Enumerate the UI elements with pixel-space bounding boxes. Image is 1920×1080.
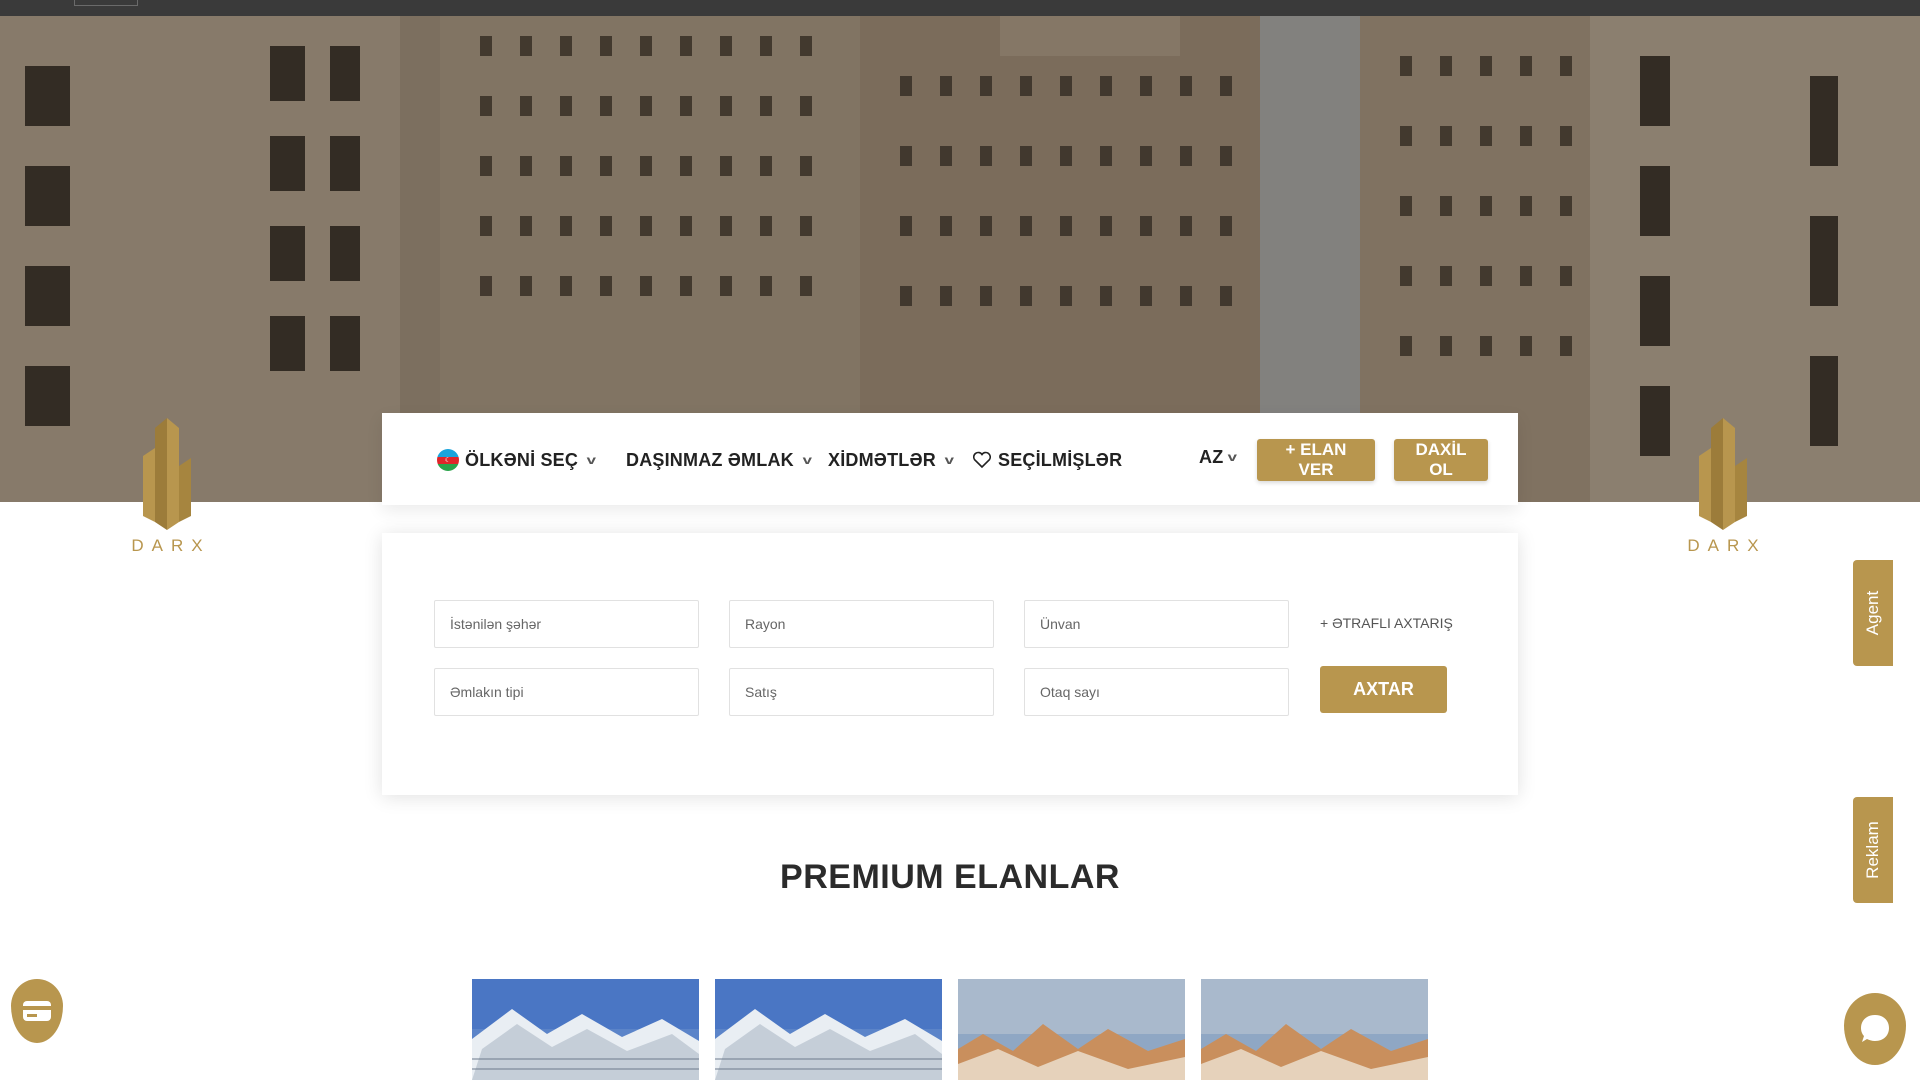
language-select[interactable]: AZ v [1199, 446, 1238, 468]
rooms-select[interactable] [1024, 668, 1289, 716]
darx-logo-text: DARX [1687, 536, 1767, 555]
darx-logo-text: DARX [131, 536, 211, 555]
nav-services-label: XİDMƏTLƏR [828, 449, 936, 470]
deal-type-select[interactable] [729, 668, 994, 716]
payment-floating-button[interactable] [11, 979, 63, 1043]
darx-logo-right[interactable]: DARX [1673, 418, 1773, 578]
chat-bubble-icon [1861, 1015, 1889, 1042]
language-label: AZ [1199, 446, 1224, 467]
nav-services[interactable]: XİDMƏTLƏR v [828, 449, 955, 471]
chevron-down-icon: v [944, 453, 955, 467]
nav-real-estate[interactable]: DAŞINMAZ ƏMLAK v [626, 449, 813, 471]
district-input[interactable] [729, 600, 994, 648]
darx-logo-mark-icon [143, 418, 191, 530]
chevron-down-icon: v [802, 453, 813, 467]
ads-side-tab[interactable]: Reklam [1853, 797, 1893, 903]
chevron-down-icon: v [1228, 450, 1238, 464]
country-select-label: ÖLKƏNİ SEÇ [465, 449, 579, 470]
heart-icon [972, 451, 992, 469]
property-type-select[interactable] [434, 668, 699, 716]
building-photo-blue-sky-icon [472, 979, 699, 1080]
city-input[interactable] [434, 600, 699, 648]
building-photo-beige-icon [1201, 979, 1428, 1080]
nav-favorites-label: SEÇİLMİŞLƏR [998, 449, 1123, 470]
premium-listing-card[interactable] [472, 979, 699, 1080]
premium-listing-card[interactable] [1201, 979, 1428, 1080]
premium-listing-card[interactable] [958, 979, 1185, 1080]
premium-listing-card[interactable] [715, 979, 942, 1080]
login-button[interactable]: DAXİL OL [1394, 439, 1488, 481]
building-photo-blue-sky-icon [715, 979, 942, 1080]
address-input[interactable] [1024, 600, 1289, 648]
nav-favorites[interactable]: SEÇİLMİŞLƏR [972, 449, 1122, 471]
post-ad-button[interactable]: + ELAN VER [1257, 439, 1375, 481]
chat-floating-button[interactable] [1844, 993, 1906, 1065]
darx-logo-left[interactable]: DARX [117, 418, 217, 578]
premium-listings-title: PREMIUM ELANLAR [780, 858, 1120, 896]
nav-real-estate-label: DAŞINMAZ ƏMLAK [626, 449, 794, 470]
ads-tab-label: Reklam [1863, 821, 1882, 879]
search-panel: + ƏTRAFLI AXTARIŞ AXTAR [382, 533, 1518, 795]
chevron-down-icon: v [586, 453, 597, 467]
main-navbar: ☾ ÖLKƏNİ SEÇ v DAŞINMAZ ƏMLAK v XİDMƏTLƏ… [382, 413, 1518, 505]
building-photo-beige-icon [958, 979, 1185, 1080]
darx-logo-mark-icon [1699, 418, 1747, 530]
agent-tab-label: Agent [1863, 590, 1882, 636]
credit-card-icon [23, 1001, 51, 1021]
search-button[interactable]: AXTAR [1320, 666, 1447, 713]
advanced-search-link[interactable]: + ƏTRAFLI AXTARIŞ [1320, 615, 1453, 631]
agent-side-tab[interactable]: Agent [1853, 560, 1893, 666]
browser-top-strip [0, 0, 1920, 16]
browser-tab-outline [74, 0, 138, 6]
country-select[interactable]: ☾ ÖLKƏNİ SEÇ v [437, 449, 597, 471]
azerbaijan-flag-icon: ☾ [437, 449, 459, 471]
